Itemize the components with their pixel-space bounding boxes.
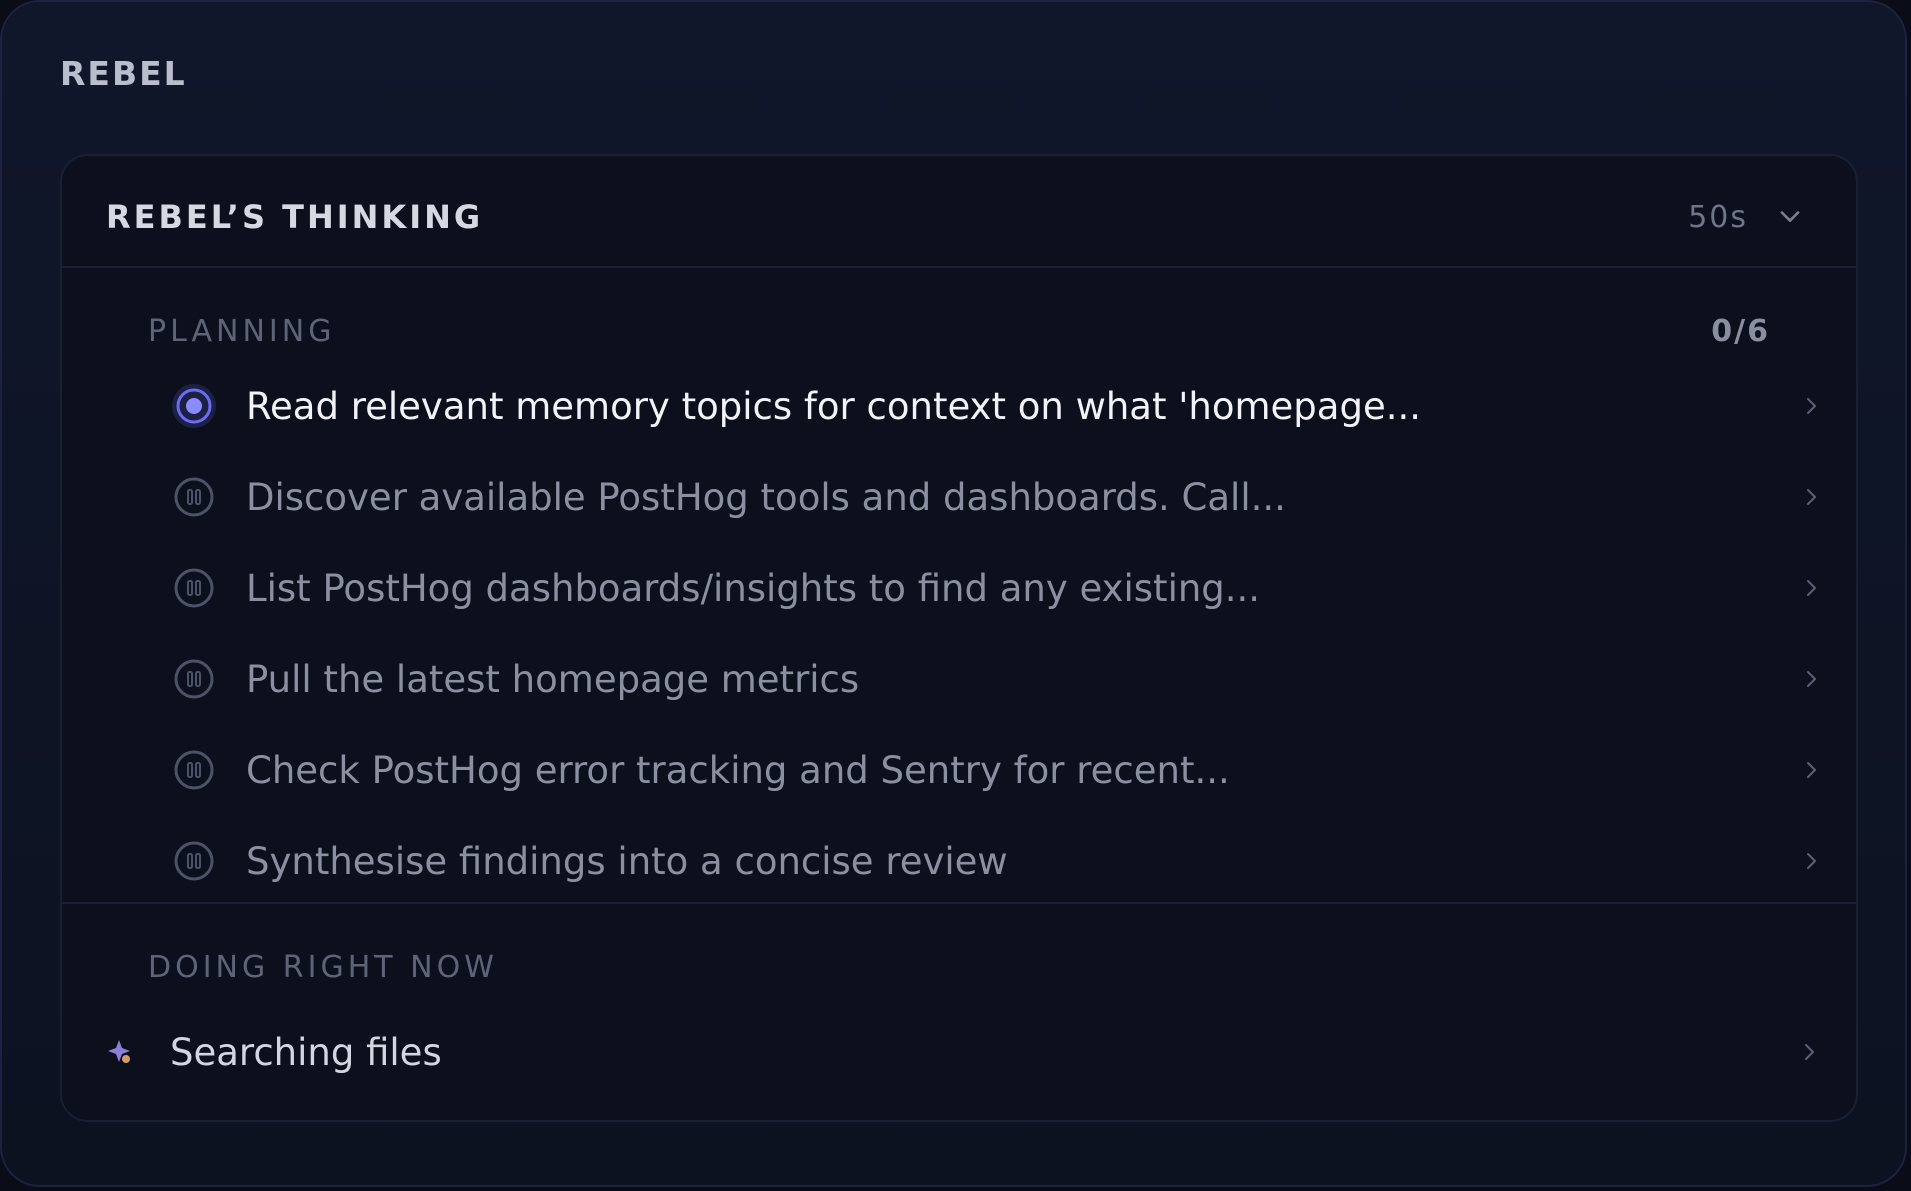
rebel-window: REBEL REBEL’S THINKING 50s PLANNING 0/6	[0, 0, 1907, 1187]
sparkle-icon	[104, 1035, 138, 1069]
thinking-panel: REBEL’S THINKING 50s PLANNING 0/6 Read r…	[60, 154, 1858, 1122]
task-label: Discover available PostHog tools and das…	[246, 475, 1286, 519]
chevron-right-icon	[1796, 664, 1826, 694]
chevron-down-icon	[1780, 211, 1800, 222]
task-label: Check PostHog error tracking and Sentry …	[246, 748, 1230, 792]
pause-icon	[170, 837, 218, 885]
task-item[interactable]: Discover available PostHog tools and das…	[170, 461, 1846, 533]
chevron-right-icon	[1796, 482, 1826, 512]
in-progress-icon	[170, 382, 218, 430]
collapse-button[interactable]	[1772, 198, 1808, 234]
thinking-header[interactable]: REBEL’S THINKING 50s	[62, 156, 1856, 268]
task-item[interactable]: Read relevant memory topics for context …	[170, 370, 1846, 442]
chevron-right-icon	[1794, 1037, 1824, 1067]
task-label: List PostHog dashboards/insights to find…	[246, 566, 1261, 610]
pause-icon	[170, 473, 218, 521]
pause-icon	[170, 746, 218, 794]
task-label: Read relevant memory topics for context …	[246, 384, 1421, 428]
task-label: Synthesise findings into a concise revie…	[246, 839, 1008, 883]
thinking-title: REBEL’S THINKING	[106, 198, 484, 236]
chevron-right-icon	[1796, 846, 1826, 876]
current-activity[interactable]: Searching files	[104, 1017, 1844, 1087]
doing-now-label: DOING RIGHT NOW	[148, 950, 498, 985]
task-item[interactable]: Synthesise findings into a concise revie…	[170, 825, 1846, 897]
chevron-right-icon	[1796, 755, 1826, 785]
app-name: REBEL	[60, 54, 187, 93]
task-item[interactable]: List PostHog dashboards/insights to find…	[170, 552, 1846, 624]
activity-label: Searching files	[170, 1030, 442, 1074]
elapsed-time: 50s	[1688, 200, 1748, 235]
pause-icon	[170, 655, 218, 703]
chevron-right-icon	[1796, 573, 1826, 603]
planning-progress: 0/6	[1711, 314, 1770, 349]
task-item[interactable]: Check PostHog error tracking and Sentry …	[170, 734, 1846, 806]
section-divider	[62, 902, 1856, 904]
chevron-right-icon	[1796, 391, 1826, 421]
task-item[interactable]: Pull the latest homepage metrics	[170, 643, 1846, 715]
pause-icon	[170, 564, 218, 612]
task-label: Pull the latest homepage metrics	[246, 657, 860, 701]
planning-label: PLANNING	[148, 314, 336, 349]
